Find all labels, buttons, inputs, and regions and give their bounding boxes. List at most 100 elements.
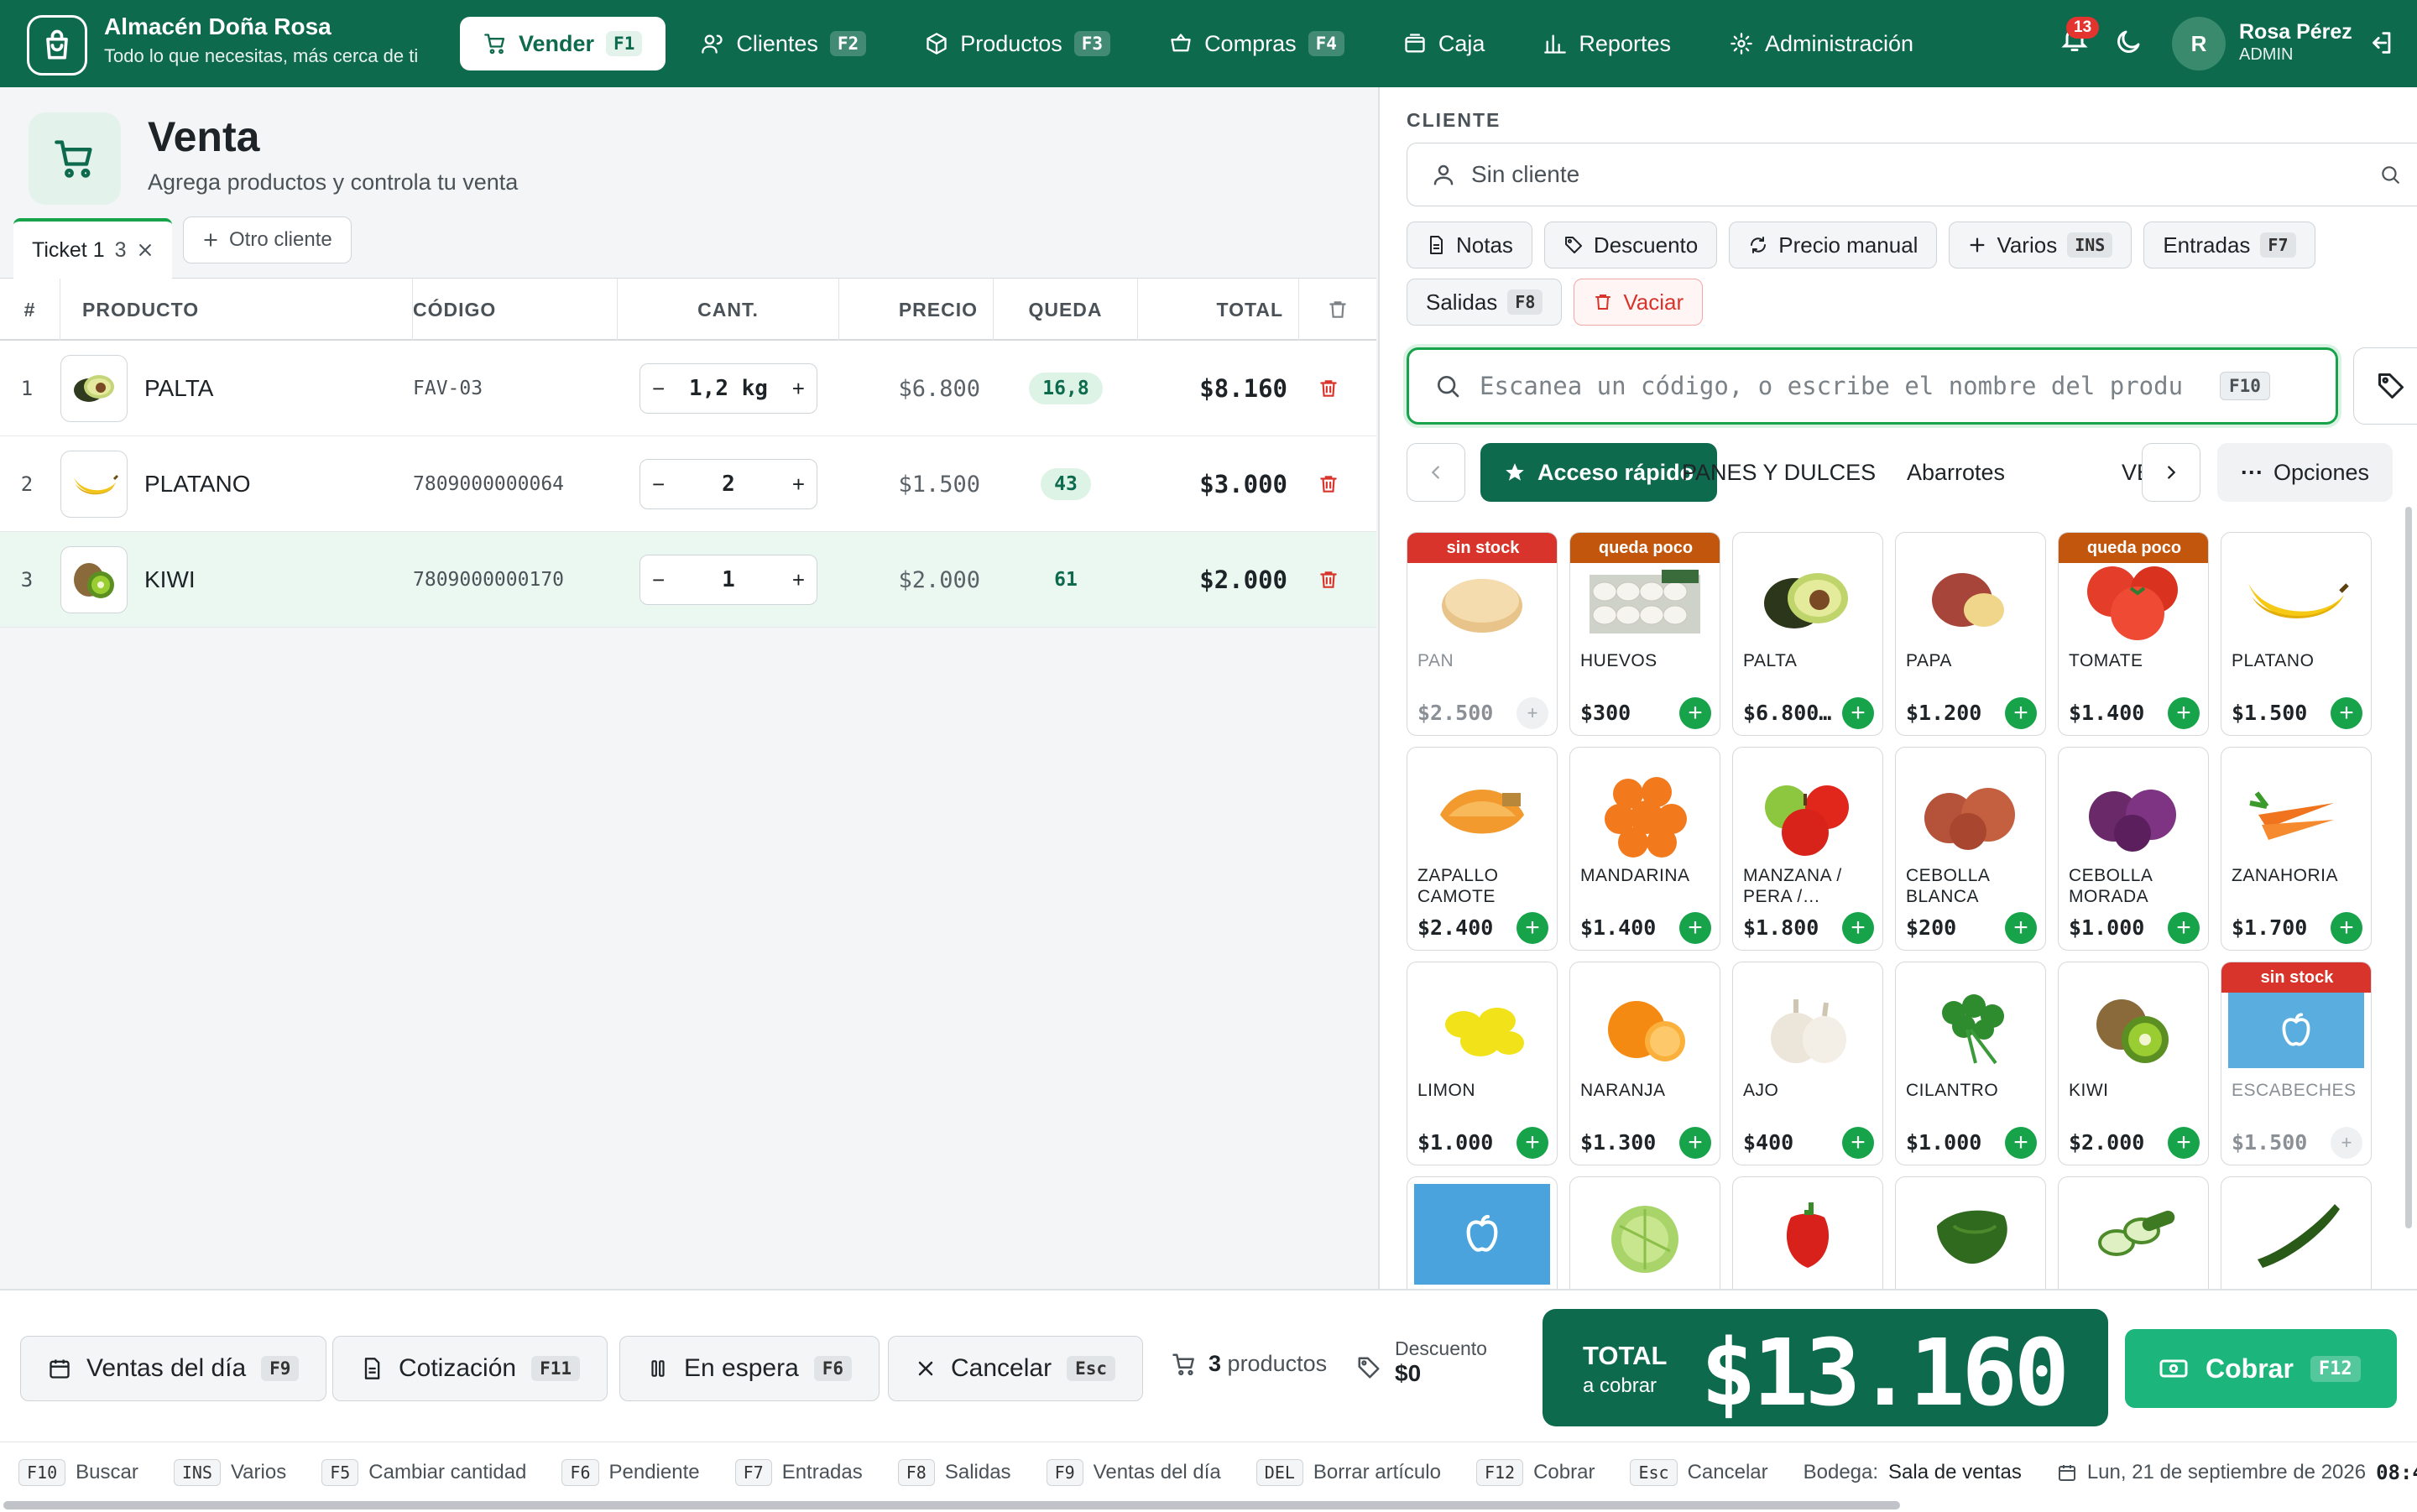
product-card[interactable]: CEBOLLA BLANCA $200 + [1895, 747, 2046, 951]
add-button[interactable]: + [2331, 697, 2362, 729]
product-card[interactable]: NARANJA $1.300 + [1569, 962, 1720, 1165]
add-button[interactable]: + [1516, 1127, 1548, 1159]
nav-productos[interactable]: Productos F3 [901, 17, 1134, 70]
add-button[interactable]: + [2005, 697, 2037, 729]
discount-button[interactable]: Descuento [1543, 222, 1718, 269]
quantity-stepper[interactable]: − 1,2 kg + [639, 363, 817, 414]
nav-clientes[interactable]: Clientes F2 [677, 17, 890, 70]
quantity-stepper[interactable]: − 1 + [639, 555, 817, 605]
trash-icon[interactable] [1299, 436, 1358, 532]
product-card[interactable]: sin stock ESCABECHES $1.500 + [2221, 962, 2372, 1165]
add-button[interactable]: + [1516, 697, 1548, 729]
pay-button[interactable]: Cobrar F12 [2125, 1329, 2397, 1408]
logout-icon[interactable] [2367, 29, 2395, 57]
options-button[interactable]: ··· Opciones [2217, 443, 2394, 502]
add-button[interactable]: + [2331, 912, 2362, 944]
search-icon[interactable] [2379, 164, 2401, 185]
quantity-value[interactable]: 1,2 kg [689, 376, 768, 401]
product-card[interactable]: queda poco HUEVOS $300 + [1569, 532, 1720, 736]
product-card[interactable] [1732, 1176, 1883, 1289]
product-card[interactable]: MANDARINA $1.400 + [1569, 747, 1720, 951]
avatar[interactable]: R [2172, 17, 2226, 70]
minus-icon[interactable]: − [652, 567, 665, 593]
nav-reportes[interactable]: Reportes [1520, 17, 1694, 70]
add-button[interactable]: + [2005, 912, 2037, 944]
product-card[interactable]: CEBOLLA MORADA $1.000 + [2058, 747, 2209, 951]
minus-icon[interactable]: − [652, 472, 665, 498]
category-panes-y-dulces[interactable]: PANES Y DULCES [1682, 443, 1876, 502]
add-button[interactable]: + [1842, 912, 1874, 944]
product-card[interactable]: ZAPALLO CAMOTE $2.400 + [1407, 747, 1558, 951]
entries-button[interactable]: Entradas F7 [2143, 222, 2315, 269]
table-row-selected[interactable]: 3 KIWI 7809000000170 − 1 + $2.000 61 $2.… [0, 532, 1376, 628]
quantity-stepper[interactable]: − 2 + [639, 459, 817, 509]
price-tag-button[interactable] [2353, 347, 2417, 425]
plus-icon[interactable]: + [792, 567, 805, 593]
tab-ticket-1[interactable]: Ticket 1 3 [13, 218, 172, 279]
add-button[interactable]: + [1516, 912, 1548, 944]
category-prev-button[interactable] [1407, 443, 1465, 502]
category-next-button[interactable] [2142, 443, 2200, 502]
add-button[interactable]: + [2168, 912, 2200, 944]
customer-select[interactable]: Sin cliente [1407, 143, 2417, 206]
nav-administracion[interactable]: Administración [1706, 17, 1937, 70]
product-card[interactable]: ZANAHORIA $1.700 + [2221, 747, 2372, 951]
category-abarrotes[interactable]: Abarrotes [1907, 443, 2005, 502]
search-placeholder[interactable]: Escanea un código, o escribe el nombre d… [1480, 372, 2201, 400]
add-button[interactable]: + [1842, 1127, 1874, 1159]
plus-icon[interactable]: + [792, 472, 805, 498]
product-card[interactable]: queda poco TOMATE $1.400 + [2058, 532, 2209, 736]
plus-icon[interactable]: + [792, 376, 805, 402]
product-card[interactable]: PAPA $1.200 + [1895, 532, 2046, 736]
cancel-button[interactable]: Cancelar Esc [888, 1336, 1143, 1401]
product-card[interactable]: LIMON $1.000 + [1407, 962, 1558, 1165]
table-row[interactable]: 1 PALTA FAV-03 − 1,2 kg + $6.800 16,8 $8… [0, 341, 1376, 436]
add-button[interactable]: + [2168, 1127, 2200, 1159]
trash-icon[interactable] [1299, 341, 1358, 436]
on-hold-button[interactable]: En espera F6 [619, 1336, 880, 1401]
quantity-value[interactable]: 1 [722, 567, 735, 592]
exits-button[interactable]: Salidas F8 [1407, 279, 1563, 326]
close-icon[interactable] [137, 242, 154, 258]
add-button[interactable]: + [2168, 697, 2200, 729]
quote-button[interactable]: Cotización F11 [332, 1336, 608, 1401]
notes-button[interactable]: Notas [1407, 222, 1532, 269]
manual-price-button[interactable]: Precio manual [1729, 222, 1938, 269]
add-button[interactable]: + [1679, 912, 1711, 944]
trash-icon[interactable] [1299, 532, 1358, 628]
add-button[interactable]: + [2005, 1127, 2037, 1159]
clear-all-trash-icon[interactable] [1299, 279, 1376, 341]
nav-caja[interactable]: Caja [1380, 17, 1509, 70]
horizontal-scrollbar[interactable] [3, 1501, 1900, 1509]
table-row[interactable]: 2 PLATANO 7809000000064 − 2 + $1.500 43 … [0, 436, 1376, 532]
empty-cart-button[interactable]: Vaciar [1574, 279, 1704, 326]
add-button[interactable]: + [1679, 697, 1711, 729]
product-card[interactable]: AJO $400 + [1732, 962, 1883, 1165]
nav-vender[interactable]: Vender F1 [460, 17, 666, 70]
product-card[interactable] [2221, 1176, 2372, 1289]
product-card[interactable]: MANZANA / PERA /… $1.800 + [1732, 747, 1883, 951]
nav-compras[interactable]: Compras F4 [1146, 17, 1368, 70]
add-button[interactable]: + [1679, 1127, 1711, 1159]
add-button[interactable]: + [1842, 697, 1874, 729]
add-button[interactable]: + [2331, 1127, 2362, 1159]
product-search-input[interactable]: Escanea un código, o escribe el nombre d… [1407, 347, 2338, 425]
product-card[interactable] [1569, 1176, 1720, 1289]
add-customer-tab-button[interactable]: Otro cliente [183, 216, 352, 263]
discount-summary[interactable]: Descuento $0 [1356, 1337, 1487, 1387]
quantity-value[interactable]: 2 [722, 472, 735, 497]
daily-sales-button[interactable]: Ventas del día F9 [20, 1336, 327, 1401]
dark-mode-icon[interactable] [2113, 27, 2143, 57]
product-card[interactable] [1407, 1176, 1558, 1289]
misc-button[interactable]: Varios INS [1949, 222, 2132, 269]
product-card[interactable]: sin stock PAN $2.500 + [1407, 532, 1558, 736]
product-card[interactable]: PALTA $6.800… + [1732, 532, 1883, 736]
product-card[interactable] [2058, 1176, 2209, 1289]
product-card[interactable] [1895, 1176, 2046, 1289]
product-card[interactable]: CILANTRO $1.000 + [1895, 962, 2046, 1165]
product-card[interactable]: PLATANO $1.500 + [2221, 532, 2372, 736]
minus-icon[interactable]: − [652, 376, 665, 402]
store-logo-icon[interactable] [27, 15, 87, 76]
product-grid-scrollbar[interactable] [2405, 507, 2412, 1228]
product-card[interactable]: KIWI $2.000 + [2058, 962, 2209, 1165]
